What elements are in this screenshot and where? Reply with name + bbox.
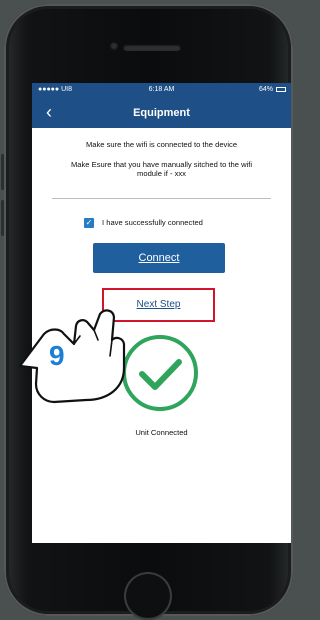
home-button[interactable] (124, 572, 172, 620)
tap-hand-icon (18, 309, 126, 404)
unit-status-label: Unit Connected (135, 428, 188, 437)
divider (52, 198, 271, 199)
connected-checkbox[interactable]: ✓ (84, 218, 94, 228)
status-bar: ●●●●● UI8 6:18 AM 64% (32, 83, 291, 98)
checkbox-label: I have successfully connected (102, 218, 203, 227)
nav-bar: ‹ Equipment (32, 98, 291, 128)
volume-up-button (1, 154, 4, 190)
instruction-line-3: module if - xxx (137, 169, 186, 178)
instruction-line-1: Make sure the wifi is connected to the d… (85, 140, 238, 149)
checkmark-icon: ✓ (85, 218, 93, 227)
battery-icon (276, 87, 286, 92)
volume-down-button (1, 200, 4, 236)
page-title: Equipment (133, 107, 190, 119)
status-time: 6:18 AM (148, 86, 175, 93)
camera-icon (110, 42, 118, 50)
speaker-grille (123, 44, 181, 51)
step-number-badge: 9 (49, 340, 65, 371)
instruction-line-2: Make Esure that you have manually sitche… (70, 160, 253, 169)
battery-percent: 64% (258, 86, 273, 93)
connect-button[interactable]: Connect (93, 243, 225, 273)
